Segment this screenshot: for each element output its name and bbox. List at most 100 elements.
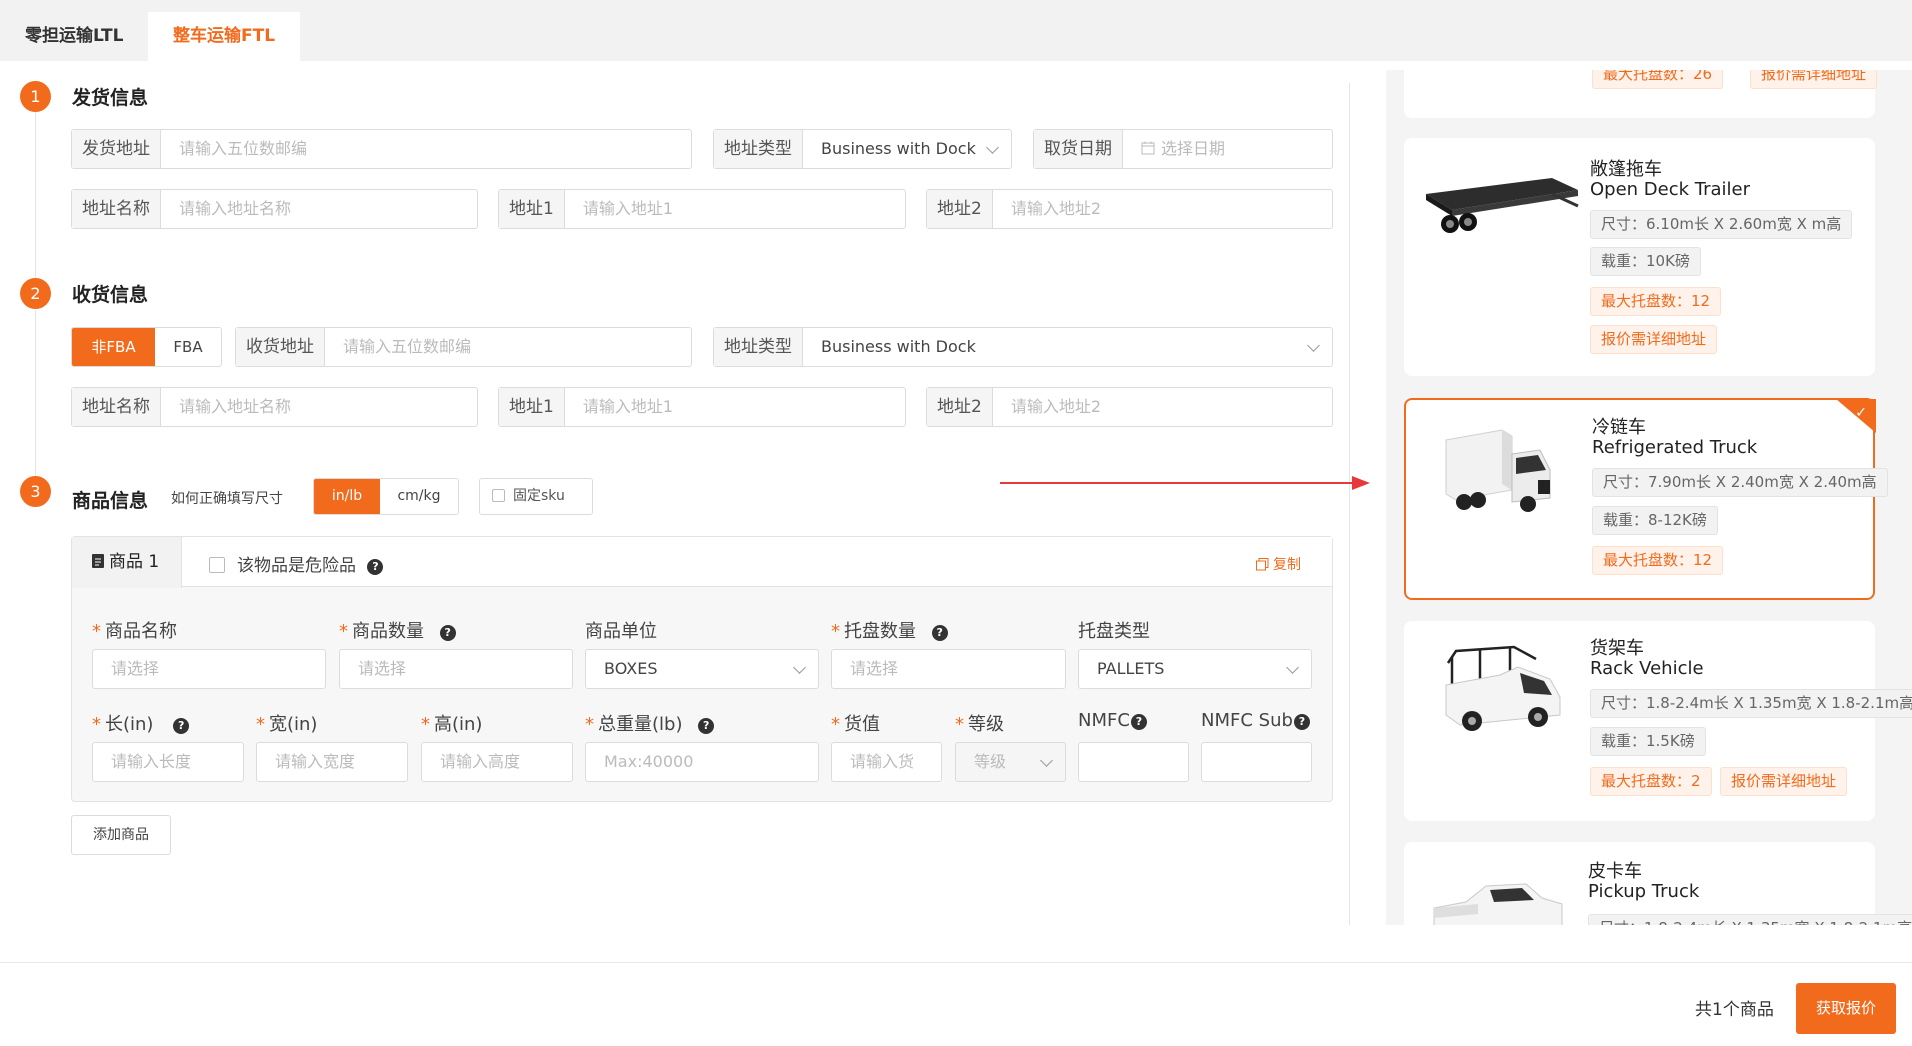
- unit-toggle[interactable]: in/lb cm/kg: [313, 478, 459, 515]
- annotation-arrow-icon: [1000, 476, 1370, 490]
- label-pallet-qty: * 托盘数量 ?: [831, 617, 948, 643]
- section-title-consignee: 收货信息: [72, 284, 149, 306]
- help-icon[interactable]: ?: [698, 718, 715, 734]
- vehicle-name-en: Rack Vehicle: [1590, 658, 1704, 679]
- copy-icon: [1256, 558, 1269, 571]
- weight-input[interactable]: Max:40000: [585, 742, 819, 782]
- refrigerated-truck-icon: [1445, 429, 1551, 512]
- height-input[interactable]: 请输入高度: [421, 742, 573, 782]
- help-icon[interactable]: ?: [173, 718, 190, 734]
- quote-note-badge: 报价需详细地址: [1720, 767, 1848, 796]
- nmfc-input[interactable]: [1078, 742, 1189, 782]
- checkbox-icon: [209, 557, 225, 573]
- ship-address-type-select[interactable]: 地址类型 Business with Dock: [713, 129, 1012, 169]
- length-input[interactable]: 请输入长度: [92, 742, 244, 782]
- rack-vehicle-icon: [1445, 645, 1561, 731]
- item-tab[interactable]: 商品 1: [72, 537, 182, 588]
- vehicle-name-cn: 皮卡车: [1588, 861, 1642, 882]
- max-pallets-badge: 最大托盘数：26: [1592, 70, 1724, 89]
- vehicle-name-en: Pickup Truck: [1588, 881, 1700, 902]
- fba-toggle[interactable]: 非FBA FBA: [71, 327, 222, 367]
- ship-address2-input[interactable]: 请输入地址2: [993, 190, 1332, 228]
- address-type-value[interactable]: Business with Dock: [803, 328, 1332, 366]
- fba-option[interactable]: FBA: [155, 328, 221, 366]
- quote-note-badge: 报价需详细地址: [1590, 325, 1718, 354]
- tab-ltl[interactable]: 零担运输LTL: [0, 12, 148, 61]
- max-pallets-badge: 最大托盘数：12: [1590, 287, 1722, 316]
- help-icon[interactable]: ?: [1130, 714, 1147, 730]
- item-count: 共1个商品: [1695, 1000, 1774, 1020]
- fixed-sku-checkbox[interactable]: 固定sku: [479, 478, 593, 515]
- chevron-down-icon: [1040, 754, 1053, 767]
- recv-zip-input[interactable]: 请输入五位数邮编: [325, 328, 691, 366]
- calendar-icon: [1141, 141, 1155, 155]
- vehicle-load-badge: 载重：1.5K磅: [1590, 727, 1706, 756]
- max-pallets-badge: 最大托盘数：2: [1590, 767, 1712, 796]
- help-icon[interactable]: ?: [439, 625, 456, 641]
- label-grade: * 等级: [955, 714, 1004, 735]
- size-help-link[interactable]: 如何正确填写尺寸: [171, 488, 283, 508]
- ship-address1-input[interactable]: 请输入地址1: [565, 190, 905, 228]
- recv-address2-field[interactable]: 地址2 请输入地址2: [926, 387, 1333, 427]
- step-badge: 3: [20, 476, 51, 507]
- add-item-button[interactable]: 添加商品: [71, 815, 171, 855]
- vehicle-name-cn: 冷链车: [1592, 417, 1646, 438]
- label-item-name: * 商品名称: [92, 621, 177, 642]
- help-icon[interactable]: ?: [931, 625, 948, 641]
- tab-bar: 零担运输LTL 整车运输FTL: [0, 0, 1912, 61]
- dangerous-goods-checkbox[interactable]: 该物品是危险品 ?: [209, 551, 384, 576]
- pallet-qty-input[interactable]: 请选择: [831, 649, 1066, 689]
- ship-address1-field[interactable]: 地址1 请输入地址1: [498, 189, 906, 229]
- unit-inlb-option[interactable]: in/lb: [314, 479, 380, 514]
- tab-ftl[interactable]: 整车运输FTL: [148, 12, 301, 61]
- nmfc-sub-input[interactable]: [1201, 742, 1312, 782]
- vehicle-card-rack[interactable]: 货架车 Rack Vehicle 尺寸：1.8-2.4m长 X 1.35m宽 X…: [1404, 621, 1912, 821]
- checkbox-icon: [492, 489, 505, 502]
- vehicle-card-open-deck[interactable]: 敞篷拖车 Open Deck Trailer 尺寸：6.10m长 X 2.60m…: [1404, 138, 1875, 376]
- grade-select[interactable]: 等级: [955, 742, 1066, 782]
- recv-address-type-select[interactable]: 地址类型 Business with Dock: [713, 327, 1333, 367]
- recv-address1-input[interactable]: 请输入地址1: [565, 388, 905, 426]
- vehicle-card-pickup[interactable]: 皮卡车 Pickup Truck 尺寸：1.8-2.4m长 X 1.35m宽 X…: [1404, 842, 1912, 925]
- pickup-date-input[interactable]: 选择日期: [1123, 130, 1332, 168]
- ship-address2-field[interactable]: 地址2 请输入地址2: [926, 189, 1333, 229]
- recv-address-name-input[interactable]: 请输入地址名称: [161, 388, 477, 426]
- item-name-input[interactable]: 请选择: [92, 649, 326, 689]
- item-unit-select[interactable]: BOXES: [585, 649, 819, 689]
- unit-cmkg-option[interactable]: cm/kg: [380, 479, 458, 514]
- non-fba-option[interactable]: 非FBA: [72, 328, 155, 366]
- pallet-type-select[interactable]: PALLETS: [1078, 649, 1312, 689]
- vehicle-card-partial[interactable]: 最大托盘数：26 报价需详细地址: [1404, 70, 1878, 118]
- field-label: 取货日期: [1034, 130, 1123, 168]
- width-input[interactable]: 请输入宽度: [256, 742, 408, 782]
- address-type-value[interactable]: Business with Dock: [803, 130, 1011, 168]
- trailer-icon: [1426, 178, 1579, 233]
- recv-address-name-field[interactable]: 地址名称 请输入地址名称: [71, 387, 478, 427]
- vehicle-card-refrigerated[interactable]: ✓ 冷链车 Refrigerated Truck 尺寸：7.90m长 X 2.4…: [1404, 398, 1888, 600]
- ship-zip-field[interactable]: 发货地址 请输入五位数邮编: [71, 129, 692, 169]
- section-divider: [1349, 83, 1350, 925]
- ship-address-name-field[interactable]: 地址名称 请输入地址名称: [71, 189, 478, 229]
- item-qty-input[interactable]: 请选择: [339, 649, 573, 689]
- recv-zip-field[interactable]: 收货地址 请输入五位数邮编: [235, 327, 692, 367]
- vehicle-load-badge: 载重：10K磅: [1590, 247, 1701, 276]
- field-label: 地址2: [927, 388, 993, 426]
- recv-address1-field[interactable]: 地址1 请输入地址1: [498, 387, 906, 427]
- value-input[interactable]: 请输入货: [831, 742, 942, 782]
- help-icon[interactable]: ?: [1293, 714, 1310, 730]
- copy-button[interactable]: 复制: [1256, 554, 1301, 574]
- vehicle-name-cn: 货架车: [1590, 638, 1644, 659]
- chevron-down-icon: [793, 661, 806, 674]
- ship-address-name-input[interactable]: 请输入地址名称: [161, 190, 477, 228]
- max-pallets-badge: 最大托盘数：12: [1592, 546, 1724, 575]
- vehicle-size-badge: 尺寸：7.90m长 X 2.40m宽 X 2.40m高: [1592, 468, 1888, 497]
- vehicle-load-badge: 载重：8-12K磅: [1592, 506, 1718, 535]
- recv-address2-input[interactable]: 请输入地址2: [993, 388, 1332, 426]
- get-quote-button[interactable]: 获取报价: [1796, 983, 1896, 1034]
- pickup-truck-icon: [1433, 883, 1563, 925]
- field-label: 地址名称: [72, 388, 161, 426]
- pickup-date-field[interactable]: 取货日期 选择日期: [1033, 129, 1333, 169]
- help-icon[interactable]: ?: [367, 559, 384, 575]
- ship-zip-input[interactable]: 请输入五位数邮编: [161, 130, 691, 168]
- label-item-qty: * 商品数量 ?: [339, 617, 456, 643]
